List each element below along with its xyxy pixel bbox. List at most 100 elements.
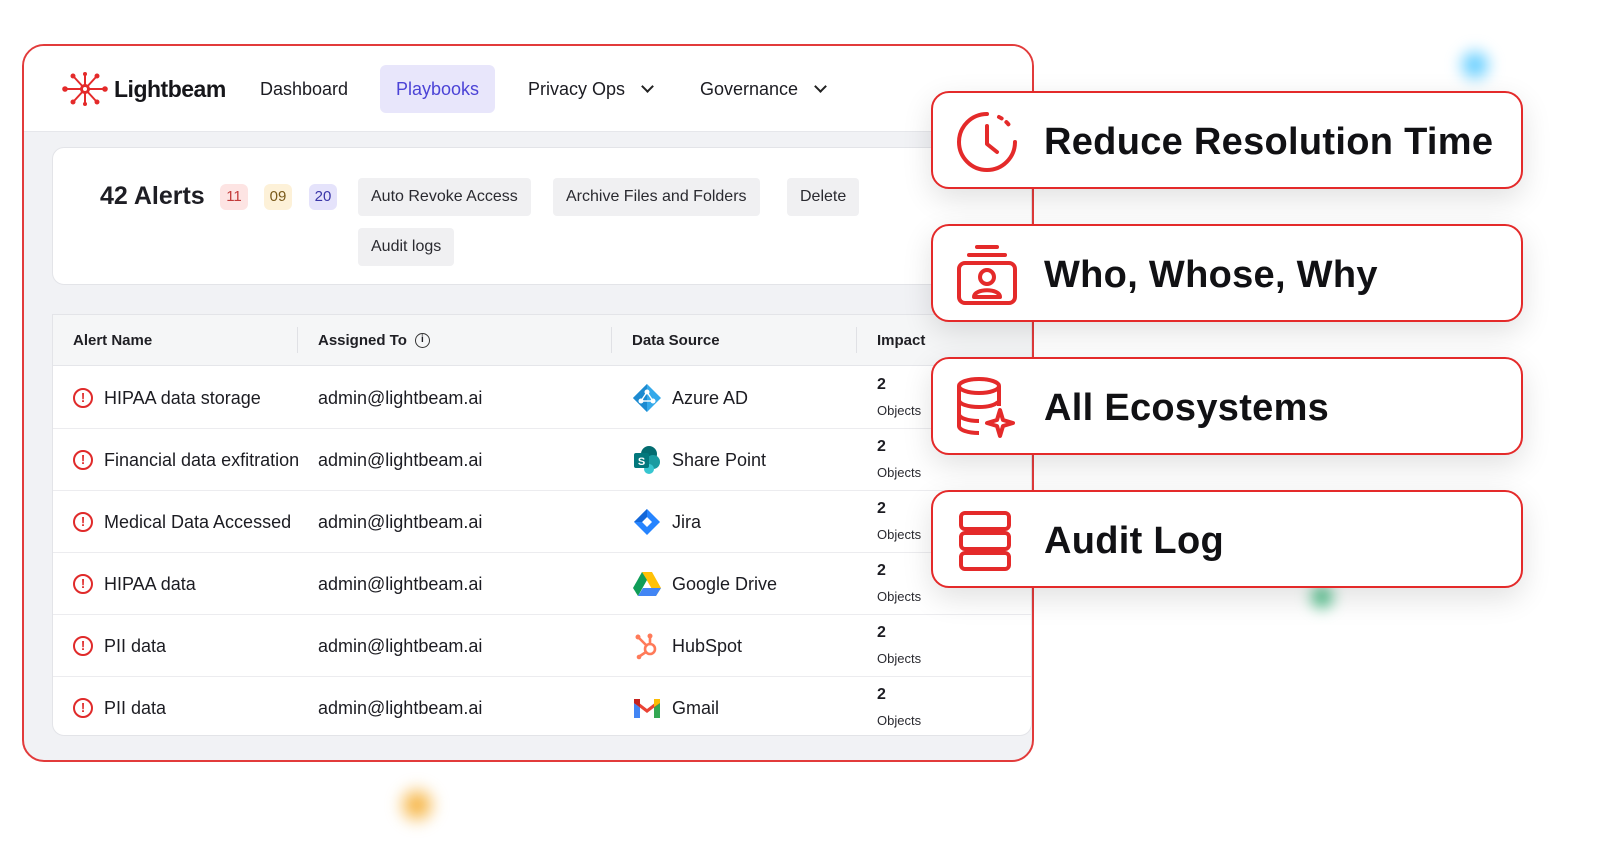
data-source-cell: Google Drive — [632, 553, 777, 615]
data-source-cell: Jira — [632, 491, 701, 553]
sharepoint-icon: S — [632, 445, 662, 475]
column-divider — [611, 327, 612, 353]
table-header: Alert Name Assigned To i Data Source Imp… — [53, 315, 1031, 366]
info-icon[interactable]: i — [414, 333, 430, 348]
alert-icon: ! — [73, 574, 93, 594]
impact-unit: Objects — [877, 465, 922, 480]
feature-card-resolution-time: Reduce Resolution Time — [931, 91, 1523, 189]
alert-name-cell: ! Medical Data Accessed — [73, 491, 291, 553]
assignee-cell: admin@lightbeam.ai — [318, 697, 483, 718]
table-row[interactable]: ! HIPAA data admin@lightbeam.ai Google D… — [53, 553, 1031, 615]
alert-name-cell: ! HIPAA data storage — [73, 367, 261, 429]
impact-count: 2 — [877, 686, 886, 703]
alert-icon: ! — [73, 636, 93, 656]
column-data-source-label: Data Source — [632, 332, 720, 349]
column-divider — [297, 327, 298, 353]
top-navigation: Lightbeam Dashboard Playbooks Privacy Op… — [24, 46, 1032, 132]
feature-label: Who, Whose, Why — [1044, 254, 1378, 296]
feature-label: Reduce Resolution Time — [1044, 121, 1494, 163]
alerts-table: Alert Name Assigned To i Data Source Imp… — [52, 314, 1032, 736]
nav-dashboard-label: Dashboard — [260, 79, 349, 99]
chevron-down-icon — [641, 79, 654, 93]
assignee-cell: admin@lightbeam.ai — [318, 449, 483, 470]
data-source-cell: Azure AD — [632, 367, 748, 429]
alerts-count-title: 42 Alerts — [100, 182, 205, 210]
alerts-toolbar: 42 Alerts 11 09 20 Auto Revoke Access Ar… — [52, 147, 1032, 285]
alert-name[interactable]: PII data — [104, 698, 166, 719]
azure-ad-icon — [632, 383, 662, 413]
data-source-name: Jira — [672, 511, 702, 532]
data-source-name: HubSpot — [672, 635, 743, 656]
assignee-cell: admin@lightbeam.ai — [318, 635, 483, 656]
clock-icon — [957, 112, 1017, 172]
assignee-cell: admin@lightbeam.ai — [318, 511, 483, 532]
alert-name[interactable]: Financial data exfitration — [104, 450, 299, 471]
info-count-badge: 20 — [309, 184, 337, 210]
svg-text:S: S — [638, 456, 645, 468]
assignee-cell: admin@lightbeam.ai — [318, 387, 483, 408]
brand-logo[interactable]: Lightbeam — [60, 72, 226, 106]
feature-card-who-whose-why: Who, Whose, Why — [931, 224, 1523, 322]
server-stack-icon — [959, 511, 1011, 571]
data-source-cell: HubSpot — [632, 615, 742, 677]
table-row[interactable]: ! Financial data exfitration admin@light… — [53, 429, 1031, 491]
alert-icon: ! — [73, 388, 93, 408]
table-row[interactable]: ! HIPAA data storage admin@lightbeam.ai … — [53, 367, 1031, 429]
table-row[interactable]: ! Medical Data Accessed admin@lightbeam.… — [53, 491, 1031, 553]
data-source-name: Google Drive — [672, 573, 778, 594]
impact-unit: Objects — [877, 403, 922, 418]
alert-name[interactable]: Medical Data Accessed — [104, 512, 291, 533]
table-row[interactable]: ! PII data admin@lightbeam.ai Gmail 2 Ob… — [53, 677, 1031, 735]
impact-unit: Objects — [877, 589, 922, 604]
nav-dashboard[interactable]: Dashboard — [244, 65, 364, 113]
column-alert-name-label: Alert Name — [73, 332, 153, 349]
database-sparkle-icon — [957, 377, 1015, 438]
chevron-down-icon — [814, 79, 827, 93]
nav-privacy-ops[interactable]: Privacy Ops — [512, 65, 668, 113]
data-source-name: Azure AD — [672, 387, 749, 408]
table-row[interactable]: ! PII data admin@lightbeam.ai HubSpot 2 … — [53, 615, 1031, 677]
nav-governance-label: Governance — [700, 79, 799, 99]
audit-logs-button[interactable]: Audit logs — [358, 228, 455, 266]
data-source-cell: S Share Point — [632, 429, 766, 491]
column-divider — [856, 327, 857, 353]
warning-count-badge: 09 — [264, 184, 292, 210]
data-source-name: Share Point — [672, 449, 767, 470]
auto-revoke-access-button[interactable]: Auto Revoke Access — [358, 178, 531, 216]
impact-unit: Objects — [877, 651, 922, 666]
brand-name: Lightbeam — [114, 75, 226, 102]
impact-count: 2 — [877, 562, 886, 579]
gmail-icon — [632, 693, 662, 723]
alert-name[interactable]: PII data — [104, 636, 166, 657]
alert-name[interactable]: HIPAA data storage — [104, 388, 261, 409]
decorative-glow-blue — [1455, 45, 1495, 85]
column-alert-name[interactable]: Alert Name — [73, 315, 152, 366]
nav-playbooks[interactable]: Playbooks — [380, 65, 496, 113]
impact-count: 2 — [877, 376, 886, 393]
alert-name-cell: ! HIPAA data — [73, 553, 196, 615]
id-badge-icon — [957, 245, 1017, 305]
impact-unit: Objects — [877, 527, 922, 542]
alert-name[interactable]: HIPAA data — [104, 574, 196, 595]
hubspot-icon — [632, 631, 662, 661]
archive-files-button[interactable]: Archive Files and Folders — [553, 178, 760, 216]
app-window: Lightbeam Dashboard Playbooks Privacy Op… — [22, 44, 1034, 762]
jira-icon — [632, 507, 662, 537]
column-impact[interactable]: Impact — [877, 315, 925, 366]
feature-label: All Ecosystems — [1044, 387, 1330, 429]
column-assigned-to-label: Assigned To — [318, 332, 407, 349]
impact-count: 2 — [877, 624, 886, 641]
alert-name-cell: ! PII data — [73, 677, 166, 735]
column-assigned-to[interactable]: Assigned To i — [318, 315, 430, 366]
impact-count: 2 — [877, 438, 886, 455]
impact-count: 2 — [877, 500, 886, 517]
impact-cell: 2 Objects — [877, 615, 1031, 677]
column-impact-label: Impact — [877, 332, 926, 349]
critical-count-badge: 11 — [220, 184, 248, 210]
delete-button[interactable]: Delete — [787, 178, 860, 216]
nav-governance[interactable]: Governance — [684, 65, 841, 113]
column-data-source[interactable]: Data Source — [632, 315, 720, 366]
feature-card-all-ecosystems: All Ecosystems — [931, 357, 1523, 455]
data-source-cell: Gmail — [632, 677, 719, 735]
feature-card-audit-log: Audit Log — [931, 490, 1523, 588]
